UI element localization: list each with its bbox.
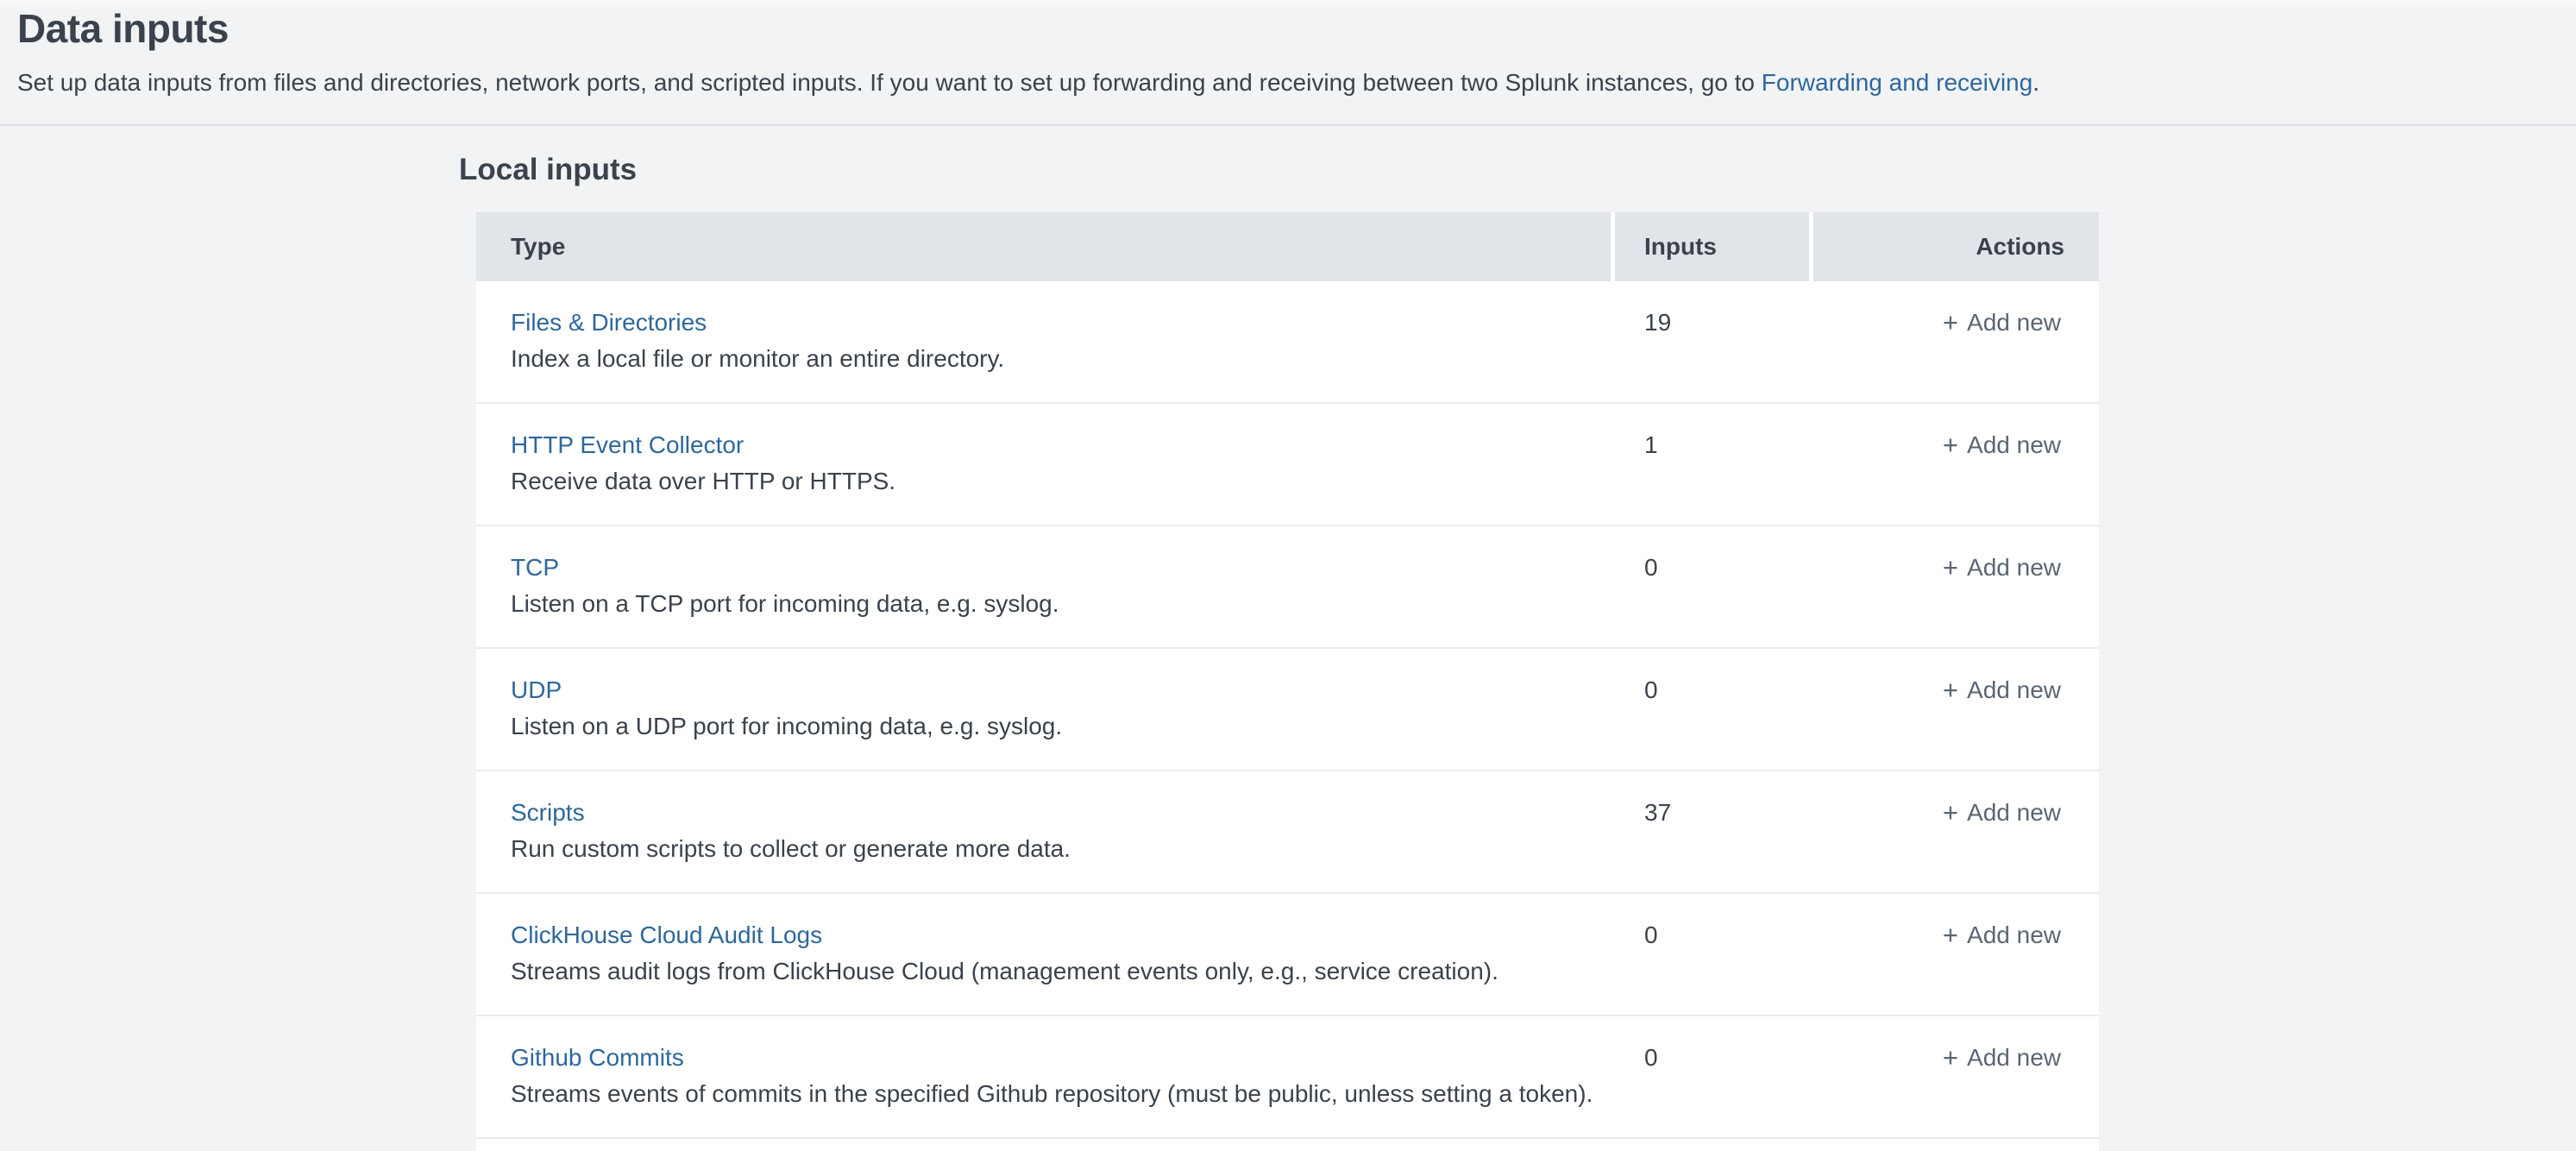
data-inputs-page: Data inputs Set up data inputs from file…: [0, 0, 2576, 1151]
add-new-label: Add new: [1967, 675, 2061, 706]
input-type-description: Receive data over HTTP or HTTPS.: [511, 466, 1594, 497]
plus-icon: +: [1943, 675, 1958, 706]
table-row: Scripts Run custom scripts to collect or…: [476, 771, 2099, 894]
plus-icon: +: [1943, 307, 1958, 338]
column-header-inputs: Inputs: [1615, 212, 1809, 281]
add-new-link[interactable]: + Add new: [1943, 675, 2061, 706]
column-header-actions: Actions: [1813, 212, 2099, 281]
top-strip: [0, 0, 2576, 10]
type-cell: HTTP Event Collector Receive data over H…: [476, 404, 1615, 497]
type-cell: Files & Directories Index a local file o…: [476, 281, 1615, 374]
inputs-count: 0: [1615, 649, 1809, 706]
input-type-link[interactable]: TCP: [511, 552, 559, 583]
add-new-label: Add new: [1967, 1042, 2061, 1073]
column-header-inputs-label: Inputs: [1644, 233, 1717, 261]
local-inputs-table: Type Inputs Actions Files & Directories …: [476, 212, 2099, 1151]
subtitle-text: Set up data inputs from files and direct…: [17, 69, 1762, 96]
plus-icon: +: [1943, 1042, 1958, 1073]
input-type-link[interactable]: UDP: [511, 675, 562, 706]
input-type-description: Listen on a UDP port for incoming data, …: [511, 711, 1594, 742]
input-type-link[interactable]: Scripts: [511, 797, 585, 828]
inputs-count: 0: [1615, 526, 1809, 583]
input-type-description: Run custom scripts to collect or generat…: [511, 833, 1594, 865]
plus-icon: +: [1943, 552, 1958, 583]
section-title-local-inputs: Local inputs: [459, 150, 637, 190]
add-new-link[interactable]: + Add new: [1943, 430, 2061, 461]
add-new-label: Add new: [1967, 920, 2061, 951]
table-row: ClickHouse Cloud Audit Logs Streams audi…: [476, 894, 2099, 1016]
column-header-actions-label: Actions: [1976, 233, 2064, 261]
add-new-label: Add new: [1967, 797, 2061, 828]
column-header-type: Type: [476, 212, 1611, 281]
plus-icon: +: [1943, 797, 1958, 828]
table-row: HTTP Event Collector Receive data over H…: [476, 404, 2099, 526]
table-row: Files & Directories Index a local file o…: [476, 281, 2099, 404]
type-cell: Github Commits Streams events of commits…: [476, 1016, 1615, 1110]
inputs-count: 0: [1615, 894, 1809, 951]
inputs-count: 1: [1615, 404, 1809, 461]
add-new-link[interactable]: + Add new: [1943, 797, 2061, 828]
table-header: Type Inputs Actions: [476, 212, 2099, 281]
add-new-link[interactable]: + Add new: [1943, 552, 2061, 583]
inputs-count: 37: [1615, 771, 1809, 828]
plus-icon: +: [1943, 430, 1958, 461]
add-new-link[interactable]: + Add new: [1943, 1042, 2061, 1073]
type-cell: TCP Listen on a TCP port for incoming da…: [476, 526, 1615, 620]
actions-cell: + Add new: [1809, 281, 2099, 338]
table-row-partial: [476, 1139, 2099, 1151]
type-cell: ClickHouse Cloud Audit Logs Streams audi…: [476, 894, 1615, 987]
add-new-label: Add new: [1967, 552, 2061, 583]
inputs-count: 19: [1615, 281, 1809, 338]
actions-cell: + Add new: [1809, 526, 2099, 583]
input-type-link[interactable]: Github Commits: [511, 1042, 684, 1073]
table-row: UDP Listen on a UDP port for incoming da…: [476, 649, 2099, 771]
add-new-link[interactable]: + Add new: [1943, 307, 2061, 338]
add-new-label: Add new: [1967, 430, 2061, 461]
actions-cell: + Add new: [1809, 771, 2099, 828]
input-type-link[interactable]: Files & Directories: [511, 307, 707, 338]
header-divider: [0, 124, 2576, 126]
input-type-description: Streams events of commits in the specifi…: [511, 1079, 1594, 1110]
actions-cell: + Add new: [1809, 649, 2099, 706]
input-type-description: Streams audit logs from ClickHouse Cloud…: [511, 956, 1594, 987]
table-body: Files & Directories Index a local file o…: [476, 281, 2099, 1139]
input-type-link[interactable]: ClickHouse Cloud Audit Logs: [511, 920, 822, 951]
add-new-link[interactable]: + Add new: [1943, 920, 2061, 951]
forwarding-and-receiving-link[interactable]: Forwarding and receiving: [1762, 69, 2033, 96]
subtitle-suffix: .: [2033, 69, 2039, 96]
type-cell: UDP Listen on a UDP port for incoming da…: [476, 649, 1615, 742]
add-new-label: Add new: [1967, 307, 2061, 338]
column-header-type-label: Type: [511, 233, 565, 261]
page-title: Data inputs: [17, 2, 229, 55]
input-type-description: Listen on a TCP port for incoming data, …: [511, 588, 1594, 620]
inputs-count: 0: [1615, 1016, 1809, 1073]
table-row: TCP Listen on a TCP port for incoming da…: [476, 526, 2099, 649]
table-row: Github Commits Streams events of commits…: [476, 1016, 2099, 1139]
actions-cell: + Add new: [1809, 404, 2099, 461]
plus-icon: +: [1943, 920, 1958, 951]
type-cell: Scripts Run custom scripts to collect or…: [476, 771, 1615, 865]
actions-cell: + Add new: [1809, 894, 2099, 951]
actions-cell: + Add new: [1809, 1016, 2099, 1073]
input-type-link[interactable]: HTTP Event Collector: [511, 430, 744, 461]
page-subtitle: Set up data inputs from files and direct…: [17, 67, 2039, 98]
input-type-description: Index a local file or monitor an entire …: [511, 343, 1594, 374]
